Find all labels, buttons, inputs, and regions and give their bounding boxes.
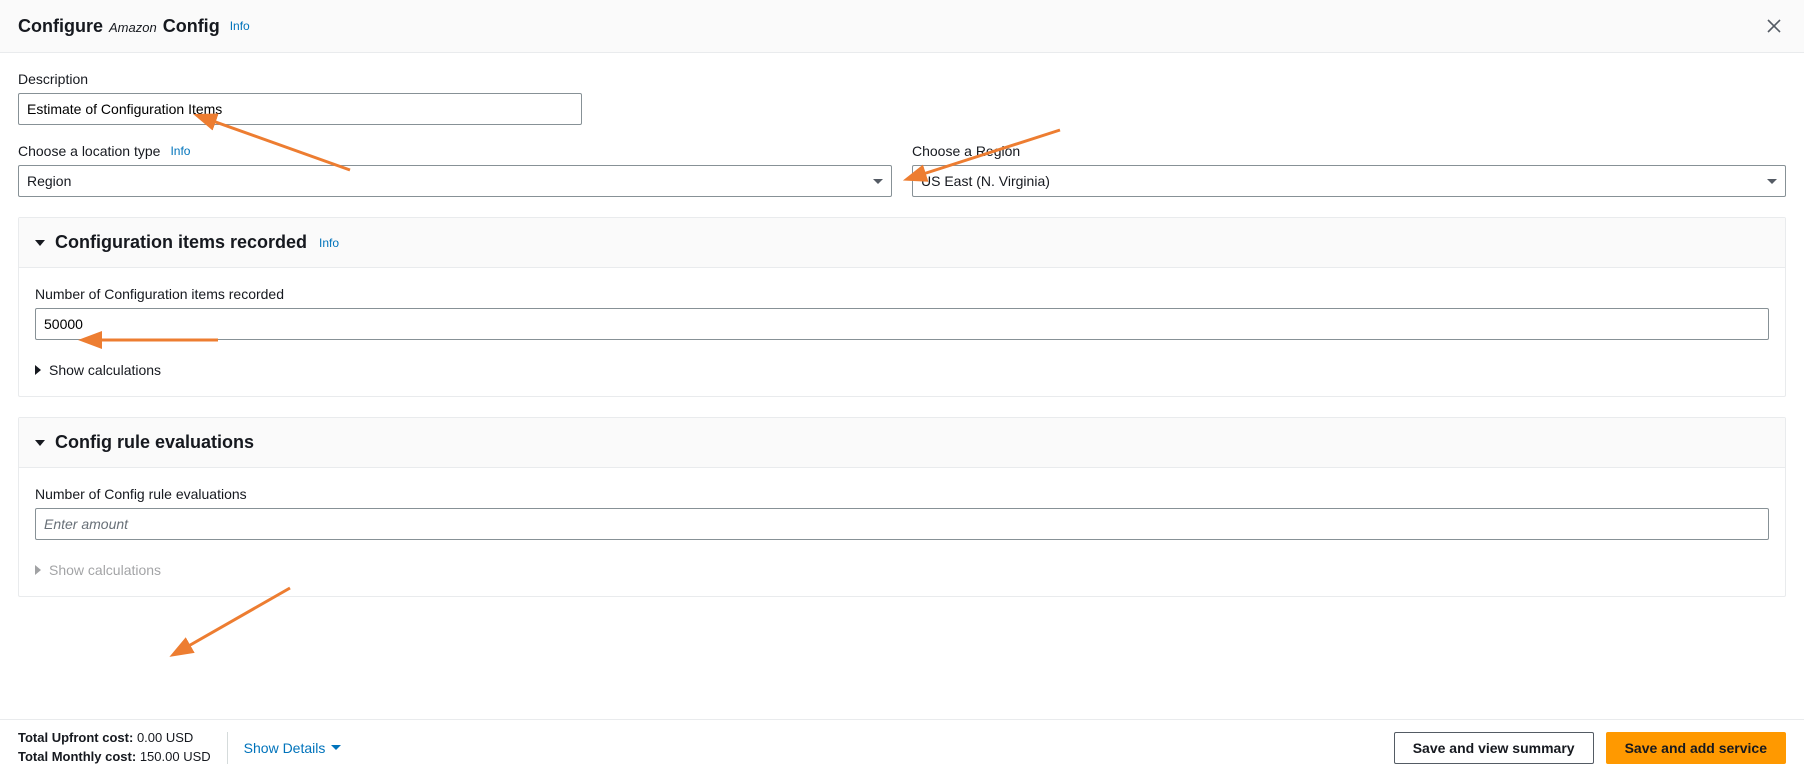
num-config-items-label: Number of Configuration items recorded xyxy=(35,286,1769,302)
footer-divider xyxy=(227,732,228,764)
cost-summary: Total Upfront cost: 0.00 USD Total Month… xyxy=(18,729,211,765)
region-label: Choose a Region xyxy=(912,143,1786,159)
num-config-items-input[interactable] xyxy=(35,308,1769,340)
panel-rule-evaluations-title: Config rule evaluations xyxy=(55,432,254,453)
panel-config-items-info[interactable]: Info xyxy=(319,236,339,250)
caret-right-icon xyxy=(35,365,41,375)
description-input[interactable] xyxy=(18,93,582,125)
footer-bar: Total Upfront cost: 0.00 USD Total Month… xyxy=(0,719,1804,775)
chevron-down-icon xyxy=(1767,179,1777,184)
upfront-cost-value: 0.00 USD xyxy=(137,730,193,745)
panel-rule-evaluations: Config rule evaluations Number of Config… xyxy=(18,417,1786,597)
caret-down-icon xyxy=(331,745,341,750)
panel-rule-evaluations-header[interactable]: Config rule evaluations xyxy=(19,418,1785,468)
chevron-down-icon xyxy=(873,179,883,184)
panel-config-items-title: Configuration items recorded xyxy=(55,232,307,253)
header-info-link[interactable]: Info xyxy=(230,19,250,33)
location-type-info-link[interactable]: Info xyxy=(170,144,190,158)
num-rule-evals-input[interactable] xyxy=(35,508,1769,540)
close-button[interactable] xyxy=(1762,14,1786,38)
content-area: Description Choose a location type Info … xyxy=(0,53,1804,716)
region-select[interactable]: US East (N. Virginia) xyxy=(912,165,1786,197)
title-brand: Amazon xyxy=(109,20,157,35)
upfront-cost-label: Total Upfront cost: xyxy=(18,730,133,745)
show-calculations-label-2: Show calculations xyxy=(49,562,161,578)
title-suffix: Config xyxy=(163,16,220,37)
save-view-summary-button[interactable]: Save and view summary xyxy=(1394,732,1594,764)
monthly-cost-label: Total Monthly cost: xyxy=(18,749,136,764)
show-details-label: Show Details xyxy=(244,740,326,756)
caret-down-icon xyxy=(35,440,45,446)
modal-header: Configure Amazon Config Info xyxy=(0,0,1804,53)
panel-config-items: Configuration items recorded Info Number… xyxy=(18,217,1786,397)
location-type-label: Choose a location type xyxy=(18,143,160,159)
monthly-cost-value: 150.00 USD xyxy=(140,749,211,764)
show-calculations-toggle[interactable]: Show calculations xyxy=(35,362,1769,378)
description-label: Description xyxy=(18,71,1786,87)
save-add-service-button[interactable]: Save and add service xyxy=(1606,732,1786,764)
caret-right-icon xyxy=(35,565,41,575)
caret-down-icon xyxy=(35,240,45,246)
region-value: US East (N. Virginia) xyxy=(921,173,1050,189)
show-calculations-label: Show calculations xyxy=(49,362,161,378)
panel-config-items-header[interactable]: Configuration items recorded Info xyxy=(19,218,1785,268)
close-icon xyxy=(1766,18,1782,34)
num-rule-evals-label: Number of Config rule evaluations xyxy=(35,486,1769,502)
page-title: Configure Amazon Config xyxy=(18,16,220,37)
location-type-select[interactable]: Region xyxy=(18,165,892,197)
title-prefix: Configure xyxy=(18,16,103,37)
location-type-value: Region xyxy=(27,173,71,189)
show-calculations-toggle-2[interactable]: Show calculations xyxy=(35,562,1769,578)
show-details-toggle[interactable]: Show Details xyxy=(244,740,342,756)
